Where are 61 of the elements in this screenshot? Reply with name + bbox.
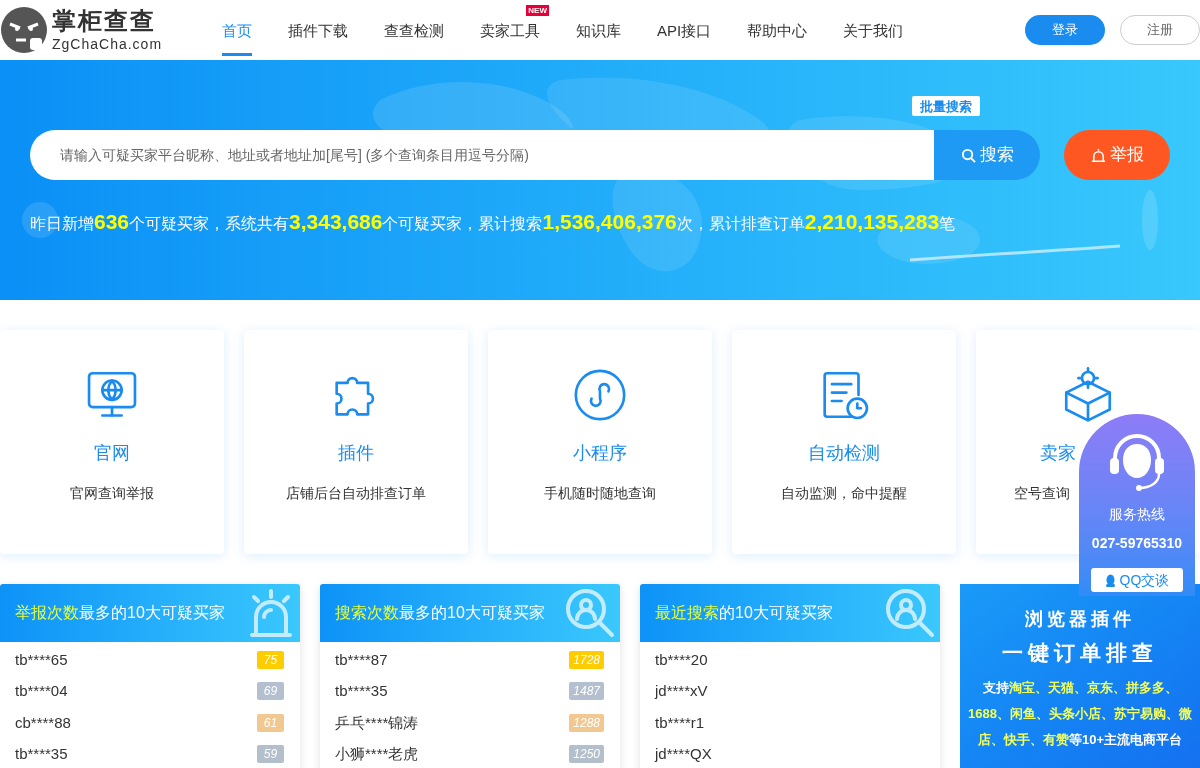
feature-description: 空号查询 xyxy=(1014,484,1070,503)
buyer-name[interactable]: tb****r1 xyxy=(655,711,705,734)
count-tag: 59 xyxy=(257,745,284,764)
search-icon xyxy=(960,147,976,163)
nav-tab[interactable]: NEW 卖家工具 xyxy=(463,0,557,60)
statistics-text: 昨日新增636个可疑买家，系统共有3,343,686个可疑买家，累计搜索1,536,406,376次，累计排查订单2,210,135,283笔 xyxy=(30,209,957,235)
buyer-name[interactable]: 小狮****老虎 xyxy=(335,743,419,766)
hotline-number: 027-59765310 xyxy=(1091,534,1183,553)
qq-chat-button[interactable]: QQ交谈 xyxy=(1091,568,1183,592)
count-tag: 1250 xyxy=(569,745,604,764)
buyer-name[interactable]: tb****35 xyxy=(15,743,68,766)
feature-description: 手机随时随地查询 xyxy=(544,484,656,503)
batch-search-button[interactable]: 批量搜索 xyxy=(912,96,980,116)
ranking-title: 举报次数最多的10大可疑买家 xyxy=(15,603,225,623)
ranking-title: 搜索次数最多的10大可疑买家 xyxy=(335,603,545,623)
nav-tab[interactable]: API接口 xyxy=(640,0,729,60)
nav-tab[interactable]: 查查检测 xyxy=(367,0,461,60)
new-badge: NEW xyxy=(526,5,549,16)
nav-tab[interactable]: 知识库 xyxy=(559,0,638,60)
nav-tab[interactable]: 插件下载 xyxy=(271,0,365,60)
feature-description: 店铺后台自动排查订单 xyxy=(286,484,426,503)
feature-title: 官网 xyxy=(94,442,130,465)
count-tag: 69 xyxy=(257,682,284,701)
buyer-name[interactable]: 乒乓****锦涛 xyxy=(335,711,419,734)
count-tag: 1487 xyxy=(569,682,604,701)
buyer-name[interactable]: tb****65 xyxy=(15,648,68,671)
buyer-name[interactable]: tb****35 xyxy=(335,680,388,703)
hotline-label: 服务热线 xyxy=(1109,505,1165,524)
buyer-name[interactable]: jd****QX xyxy=(655,743,712,766)
ranking-title: 最近搜索的10大可疑买家 xyxy=(655,603,833,623)
feature-card[interactable]: 插件 店铺后台自动排查订单 xyxy=(244,330,468,554)
nav-tab[interactable]: 帮助中心 xyxy=(730,0,825,60)
promo-title: 浏览器插件 xyxy=(1025,608,1135,631)
nav-tab[interactable]: 首页 xyxy=(205,0,269,60)
logo-title: 掌柜查查 xyxy=(52,9,157,33)
penguin-icon xyxy=(1104,573,1116,587)
promo-subtitle: 一键订单排查 xyxy=(1002,640,1158,666)
buyer-name[interactable]: tb****20 xyxy=(655,648,708,671)
feature-card[interactable]: 官网 官网查询举报 xyxy=(0,330,224,554)
feature-card[interactable]: 自动检测 自动监测，命中提醒 xyxy=(732,330,956,554)
count-tag: 1728 xyxy=(569,650,604,669)
user-search-icon xyxy=(884,587,936,639)
feature-title: 卖家 xyxy=(1040,442,1076,465)
buyer-name[interactable]: cb****88 xyxy=(15,711,71,734)
alarm-icon xyxy=(1090,147,1106,163)
nav-tab[interactable]: 关于我们 xyxy=(826,0,921,60)
logo-domain: ZgChaCha.com xyxy=(52,37,163,51)
feature-description: 官网查询举报 xyxy=(70,484,154,503)
count-tag: 75 xyxy=(257,650,284,669)
feature-title: 自动检测 xyxy=(808,442,880,465)
user-search-icon xyxy=(564,587,616,639)
promo-text: 支持淘宝、天猫、京东、拼多多、1688、闲鱼、头条小店、苏宁易购、微店、快手、有赞等10+主流电商平台 xyxy=(968,678,1192,749)
feature-card[interactable]: 小程序 手机随时随地查询 xyxy=(488,330,712,554)
feature-title: 小程序 xyxy=(573,442,627,465)
feature-title: 插件 xyxy=(338,442,374,465)
feature-description: 自动监测，命中提醒 xyxy=(781,484,907,503)
count-tag: 61 xyxy=(257,713,284,732)
count-tag: 1288 xyxy=(569,713,604,732)
buyer-name[interactable]: jd****xV xyxy=(655,680,708,703)
buyer-name[interactable]: tb****87 xyxy=(335,648,388,671)
buyer-name[interactable]: tb****04 xyxy=(15,680,68,703)
